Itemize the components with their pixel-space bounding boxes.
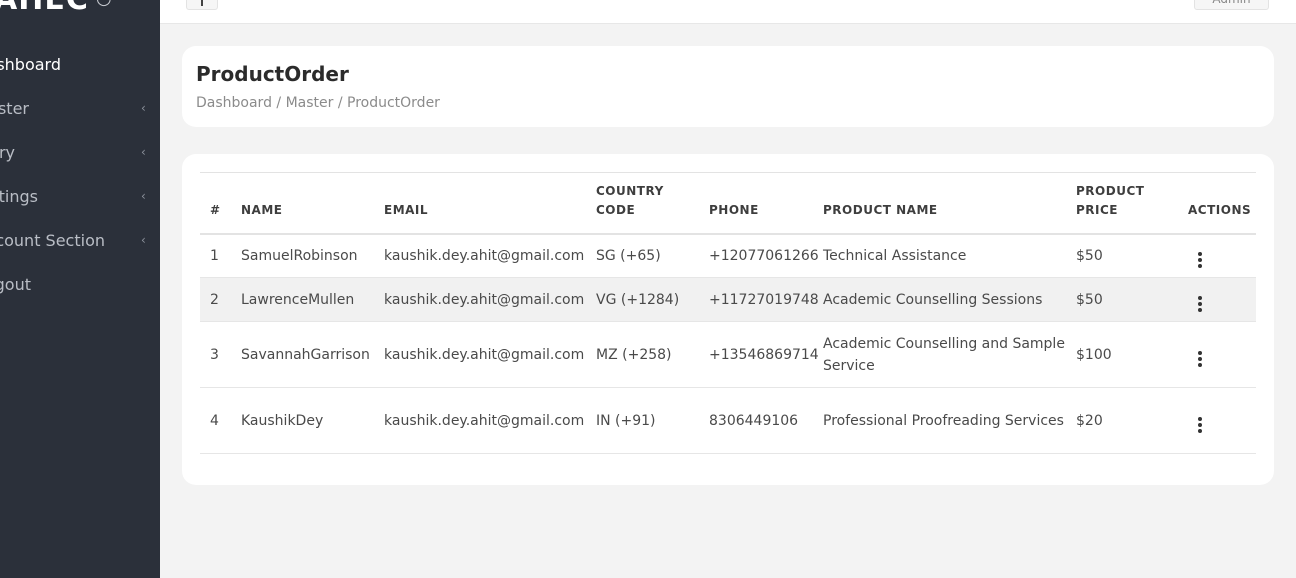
sidebar-item-master[interactable]: ster ‹ xyxy=(0,90,160,126)
sidebar-item-logout[interactable]: gout xyxy=(0,266,160,302)
user-menu-button[interactable]: Admin xyxy=(1194,0,1269,10)
topbar: Admin xyxy=(160,0,1296,24)
cell-email: kaushik.dey.ahit@gmail.com xyxy=(384,346,585,363)
cell-actions xyxy=(1188,388,1256,454)
sidebar-item-label: ry xyxy=(0,142,15,162)
sidebar-item-label: ster xyxy=(0,98,29,118)
cell-product-price: $50 xyxy=(1076,247,1103,264)
cell-country-code: VG (+1284) xyxy=(596,291,680,308)
column-header-actions: ACTIONS xyxy=(1188,202,1252,217)
cell-number: 1 xyxy=(210,247,219,264)
page-title: ProductOrder xyxy=(196,62,349,86)
breadcrumb: Dashboard / Master / ProductOrder xyxy=(196,95,440,111)
table-row[interactable]: 1 SamuelRobinson kaushik.dey.ahit@gmail.… xyxy=(200,234,1256,278)
sidebar-item-label: shboard xyxy=(0,54,61,74)
cell-number: 4 xyxy=(210,412,219,429)
menu-icon xyxy=(201,0,203,6)
more-actions-icon[interactable] xyxy=(1188,348,1212,370)
column-header-product-price: PRODUCT PRICE xyxy=(1076,173,1188,234)
cell-email: kaushik.dey.ahit@gmail.com xyxy=(384,291,585,308)
column-header-product-name: PRODUCT NAME xyxy=(823,202,938,217)
cell-country-code: SG (+65) xyxy=(596,247,661,264)
sidebar-item-dashboard[interactable]: shboard xyxy=(0,46,160,82)
cell-product-price: $20 xyxy=(1076,412,1103,429)
column-header-email: EMAIL xyxy=(384,202,429,217)
cell-product-name: Technical Assistance xyxy=(823,247,967,264)
cell-actions xyxy=(1188,234,1256,278)
orders-table-card: # NAME EMAIL COUNTRY CODE PHONE PRODUCT … xyxy=(182,154,1274,485)
page-header-card: ProductOrder Dashboard / Master / Produc… xyxy=(182,46,1274,127)
cell-number: 2 xyxy=(210,291,219,308)
brand-logo: AHEC xyxy=(0,0,89,17)
cell-phone: +12077061266 xyxy=(709,247,819,264)
column-header-number: # xyxy=(210,202,221,217)
cell-country-code: IN (+91) xyxy=(596,412,656,429)
sidebar-item-account-section[interactable]: count Section ‹ xyxy=(0,222,160,258)
menu-toggle-button[interactable] xyxy=(186,0,218,10)
cell-country-code: MZ (+258) xyxy=(596,346,672,363)
sidebar: AHEC ○ shboard ster ‹ ry ‹ tings ‹ count… xyxy=(0,0,160,578)
cell-product-name: Academic Counselling and Sample Service xyxy=(823,335,1065,374)
cell-name: SamuelRobinson xyxy=(241,247,358,264)
cell-product-name: Academic Counselling Sessions xyxy=(823,291,1043,308)
sidebar-item-gallery[interactable]: ry ‹ xyxy=(0,134,160,170)
more-actions-icon[interactable] xyxy=(1188,293,1212,315)
cell-name: KaushikDey xyxy=(241,412,324,429)
column-header-name: NAME xyxy=(241,202,283,217)
cell-product-price: $50 xyxy=(1076,291,1103,308)
cell-name: LawrenceMullen xyxy=(241,291,355,308)
sidebar-item-label: gout xyxy=(0,274,31,294)
cell-name: SavannahGarrison xyxy=(241,346,370,363)
orders-table: # NAME EMAIL COUNTRY CODE PHONE PRODUCT … xyxy=(200,172,1256,454)
table-row[interactable]: 2 LawrenceMullen kaushik.dey.ahit@gmail.… xyxy=(200,277,1256,322)
cell-product-price: $100 xyxy=(1076,346,1112,363)
cell-email: kaushik.dey.ahit@gmail.com xyxy=(384,412,585,429)
sidebar-toggle-icon[interactable]: ○ xyxy=(96,0,112,9)
chevron-left-icon: ‹ xyxy=(141,101,146,115)
cell-phone: +11727019748 xyxy=(709,291,819,308)
sidebar-item-label: tings xyxy=(0,186,38,206)
cell-product-name: Professional Proofreading Services xyxy=(823,412,1064,429)
table-row[interactable]: 4 KaushikDey kaushik.dey.ahit@gmail.com … xyxy=(200,388,1256,454)
cell-actions xyxy=(1188,278,1256,322)
cell-phone: +13546869714 xyxy=(709,346,819,363)
column-header-product-price-label: PRODUCT PRICE xyxy=(1076,183,1145,217)
chevron-left-icon: ‹ xyxy=(141,189,146,203)
more-actions-icon[interactable] xyxy=(1188,249,1212,271)
more-actions-icon[interactable] xyxy=(1188,414,1212,436)
chevron-left-icon: ‹ xyxy=(141,233,146,247)
column-header-country-code: COUNTRY CODE xyxy=(596,173,709,234)
cell-email: kaushik.dey.ahit@gmail.com xyxy=(384,247,585,264)
sidebar-item-label: count Section xyxy=(0,230,105,250)
table-header-row: # NAME EMAIL COUNTRY CODE PHONE PRODUCT … xyxy=(200,172,1256,234)
chevron-left-icon: ‹ xyxy=(141,145,146,159)
cell-actions xyxy=(1188,322,1256,388)
sidebar-item-settings[interactable]: tings ‹ xyxy=(0,178,160,214)
cell-phone: 8306449106 xyxy=(709,412,799,429)
column-header-country-code-label: COUNTRY CODE xyxy=(596,183,664,217)
column-header-phone: PHONE xyxy=(709,202,759,217)
table-row[interactable]: 3 SavannahGarrison kaushik.dey.ahit@gmai… xyxy=(200,322,1256,388)
cell-number: 3 xyxy=(210,346,219,363)
